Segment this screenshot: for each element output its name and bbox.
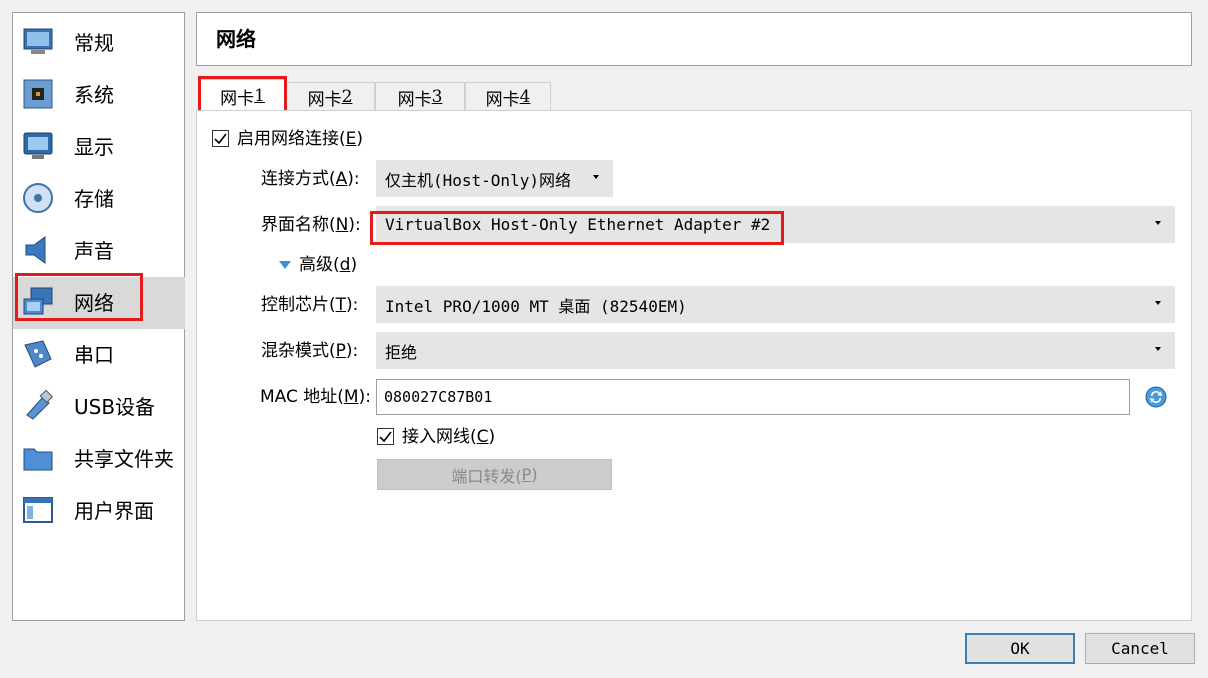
sidebar-item-serial[interactable]: 串口	[13, 329, 185, 381]
checkmark-icon	[379, 431, 392, 443]
refresh-mac-icon[interactable]	[1144, 385, 1168, 409]
system-chip-icon	[23, 79, 53, 109]
mac-address-label: MAC 地址(M):	[260, 387, 371, 407]
sidebar-item-storage[interactable]: 存储	[13, 173, 185, 225]
cable-connected-checkbox[interactable]	[377, 428, 394, 445]
cancel-button[interactable]: Cancel	[1085, 633, 1195, 664]
label-key: C	[476, 427, 489, 447]
label-suffix: )	[531, 465, 538, 484]
label-text: 界面名称(	[261, 215, 336, 235]
tab-adapter-4[interactable]: 网卡 4	[465, 82, 551, 111]
sidebar-item-label: 串口	[74, 343, 114, 367]
label-text: 端口转发(	[451, 466, 522, 486]
display-monitor-icon	[23, 132, 53, 159]
sidebar-item-shared-folders[interactable]: 共享文件夹	[13, 433, 185, 485]
interface-highlight-box	[370, 211, 784, 245]
label-suffix: ):	[348, 215, 361, 235]
label-text: 高级(	[299, 255, 340, 275]
network-highlight-box	[15, 273, 143, 321]
label-key: d	[339, 255, 351, 275]
tab-label: 网卡	[397, 89, 432, 110]
general-monitor-icon	[23, 28, 53, 54]
sidebar-item-label: 共享文件夹	[74, 447, 174, 471]
sidebar-item-general[interactable]: 常规	[13, 17, 185, 69]
ok-label: OK	[1010, 639, 1030, 658]
tab-adapter-3[interactable]: 网卡 3	[375, 82, 465, 111]
label-key: N	[335, 215, 349, 235]
mac-address-input[interactable]: 080027C87B01	[376, 379, 1130, 415]
label-text: 连接方式(	[261, 169, 336, 189]
sidebar-item-label: 声音	[74, 239, 114, 263]
usb-icon	[26, 389, 54, 420]
label-key: P	[335, 341, 346, 361]
sidebar-item-usb[interactable]: USB设备	[13, 381, 185, 433]
select-value: 拒绝	[385, 342, 418, 362]
label-suffix: ):	[346, 295, 359, 315]
page-header: 网络	[196, 12, 1192, 66]
adapter-type-label: 控制芯片(T):	[261, 295, 358, 315]
port-forwarding-button[interactable]: 端口转发(P)	[377, 459, 612, 490]
promiscuous-mode-label: 混杂模式(P):	[261, 341, 358, 361]
user-interface-icon	[23, 497, 53, 523]
label-suffix: ):	[347, 169, 360, 189]
checkmark-icon	[214, 133, 227, 145]
enable-adapter-checkbox[interactable]	[212, 130, 229, 147]
mac-address-value: 080027C87B01	[384, 388, 493, 406]
label-suffix: )	[350, 255, 358, 275]
tab-label: 网卡	[307, 89, 342, 110]
label-suffix: )	[356, 129, 364, 149]
tab-key: 4	[519, 87, 531, 107]
sidebar-item-user-interface[interactable]: 用户界面	[13, 485, 185, 537]
sidebar-item-audio[interactable]: 声音	[13, 225, 185, 277]
label-key: P	[521, 465, 532, 484]
shared-folder-icon	[23, 448, 53, 471]
expand-triangle-icon[interactable]	[278, 260, 292, 270]
label-suffix: ):	[345, 341, 359, 361]
label-text: MAC 地址(	[260, 387, 344, 407]
label-suffix: )	[488, 427, 496, 447]
chevron-down-icon	[1155, 301, 1161, 305]
cable-connected-label[interactable]: 接入网线(C)	[402, 427, 495, 447]
label-key: E	[345, 129, 357, 149]
select-value: 仅主机(Host-Only)网络	[385, 170, 571, 190]
cancel-label: Cancel	[1111, 639, 1169, 658]
sidebar-item-label: 用户界面	[74, 499, 154, 523]
interface-name-label: 界面名称(N):	[261, 215, 361, 235]
attached-to-label: 连接方式(A):	[261, 169, 360, 189]
tab-label: 网卡	[485, 89, 520, 110]
storage-disk-icon	[23, 183, 53, 213]
chevron-down-icon	[1155, 221, 1161, 225]
label-text: 控制芯片(	[261, 295, 336, 315]
sidebar-item-label: 系统	[74, 83, 114, 107]
audio-speaker-icon	[25, 236, 46, 264]
sidebar-item-label: 常规	[74, 31, 114, 55]
label-text: 接入网线(	[402, 427, 477, 447]
sidebar-item-display[interactable]: 显示	[13, 121, 185, 173]
label-key: M	[343, 387, 359, 407]
label-key: T	[335, 295, 347, 315]
adapter-type-select[interactable]: Intel PRO/1000 MT 桌面 (82540EM)	[376, 286, 1175, 323]
chevron-down-icon	[593, 175, 599, 179]
tab-adapter-2[interactable]: 网卡 2	[285, 82, 375, 111]
sidebar-item-label: 显示	[74, 135, 114, 159]
advanced-toggle[interactable]: 高级(d)	[299, 255, 357, 275]
attached-to-select[interactable]: 仅主机(Host-Only)网络	[376, 160, 613, 197]
label-text: 启用网络连接(	[237, 129, 346, 149]
page-title: 网络	[216, 27, 256, 51]
tab-key: 3	[431, 87, 443, 107]
serial-port-icon	[24, 340, 52, 368]
sidebar-item-label: USB设备	[74, 395, 156, 419]
label-text: 混杂模式(	[261, 341, 336, 361]
sidebar-item-label: 存储	[74, 187, 114, 211]
chevron-down-icon	[1155, 347, 1161, 351]
enable-adapter-label[interactable]: 启用网络连接(E)	[237, 129, 363, 149]
ok-button[interactable]: OK	[965, 633, 1075, 664]
promiscuous-mode-select[interactable]: 拒绝	[376, 332, 1175, 369]
label-suffix: ):	[358, 387, 371, 407]
sidebar-item-system[interactable]: 系统	[13, 69, 185, 121]
tab-key: 2	[341, 87, 353, 107]
select-value: Intel PRO/1000 MT 桌面 (82540EM)	[385, 296, 687, 316]
label-key: A	[335, 169, 348, 189]
